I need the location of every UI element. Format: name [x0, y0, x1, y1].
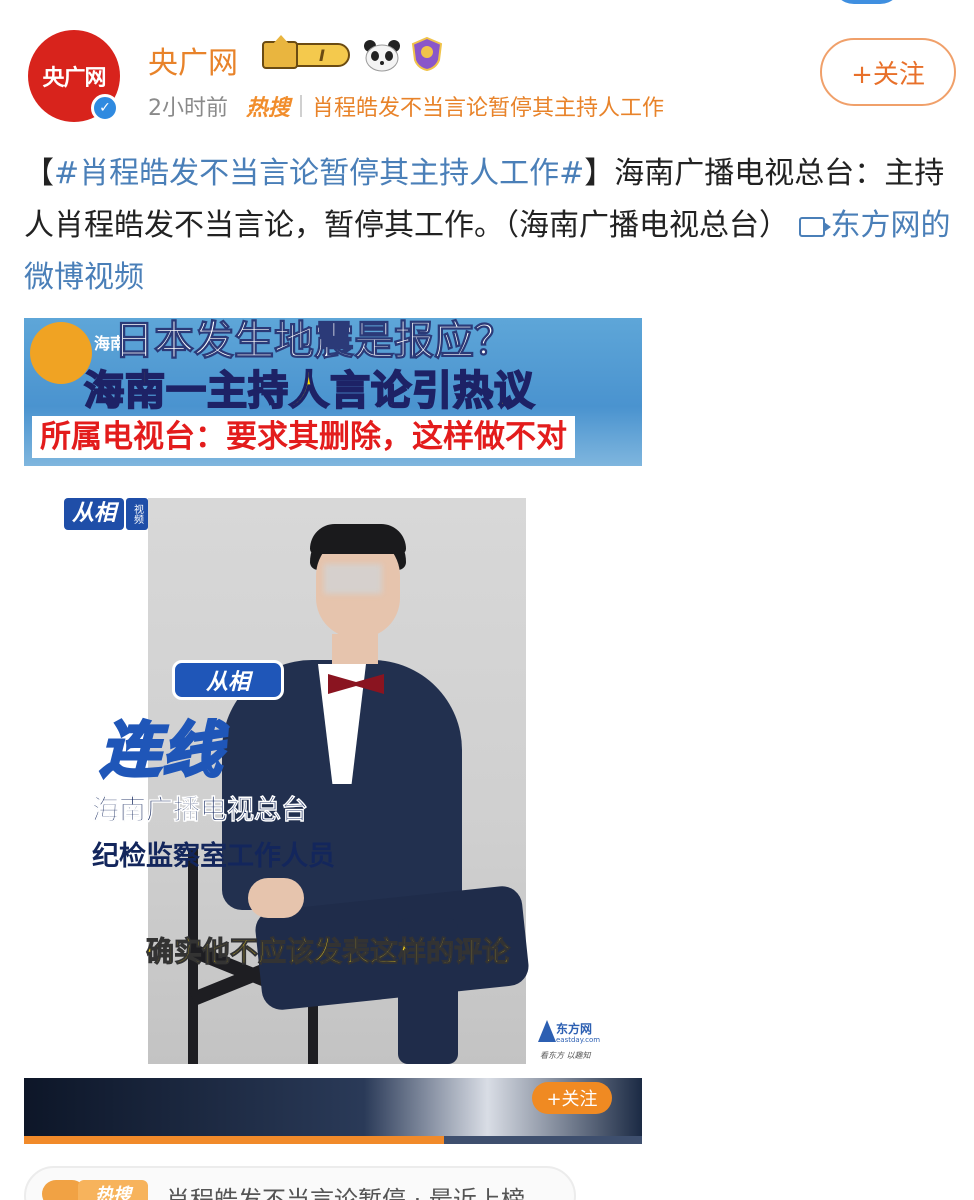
watermark-slogan: 看东方 以趣知 [540, 1051, 591, 1060]
meta-divider [300, 95, 303, 117]
username[interactable]: 央广网 [148, 38, 238, 82]
vip-level: I [294, 43, 350, 67]
panda-icon[interactable] [362, 38, 402, 72]
hot-search-label[interactable]: 热搜 [246, 90, 290, 122]
post-time: 2小时前 [148, 96, 228, 121]
video-play-icon [798, 217, 831, 237]
video-follow-button[interactable]: +关注 [532, 1082, 612, 1114]
shield-icon[interactable] [410, 36, 444, 72]
avatar-text: 央广网 [42, 66, 106, 91]
video-progress-bar[interactable] [24, 1136, 642, 1144]
person-hair-top [310, 524, 406, 554]
hot-search-text: 肖程皓发不当言论暂停 · 最近上榜 [166, 1186, 525, 1200]
connect-title: 连线 [99, 715, 224, 788]
video-progress-fill [24, 1136, 445, 1144]
video-subtitle: 确实他不应该发表这样的评论 [145, 935, 511, 969]
video-player[interactable]: 海南 日本发生地震是报应？ 海南一主持人言论引热议 所属电视台：要求其删除，这样… [24, 318, 642, 1144]
person-hand [248, 878, 304, 918]
hot-search-tag: 热搜 [78, 1180, 148, 1200]
person-neck [332, 634, 378, 664]
hot-search-bar[interactable]: 热搜 肖程皓发不当言论暂停 · 最近上榜 [24, 1166, 576, 1200]
station-logo-icon [30, 322, 92, 384]
caption-line-2: 纪检监察室工作人员 [92, 841, 335, 872]
vip-badge-icon[interactable]: I [262, 35, 354, 70]
banner-headline-3: 所属电视台：要求其删除，这样做不对 [32, 416, 575, 458]
hot-topic-link[interactable]: 肖程皓发不当言论暂停其主持人工作 [312, 90, 664, 122]
verified-icon: ✓ [91, 94, 119, 122]
post-text: 【#肖程皓发不当言论暂停其主持人工作#】海南广播电视总台：主持人肖程皓发不当言论… [24, 148, 954, 304]
eastday-watermark: 东方网 eastday.com 看东方 以趣知 [538, 1018, 608, 1062]
hashtag-link[interactable]: #肖程皓发不当言论暂停其主持人工作# [54, 156, 584, 191]
crown-icon [262, 35, 298, 69]
bracket-open: 【 [24, 156, 54, 191]
video-brand-sub: 视频 [126, 498, 149, 530]
caption-line-1: 海南广播电视总台 [92, 795, 309, 827]
watermark-name: 东方网 [556, 1022, 593, 1036]
connect-brand-badge: 从相 [172, 660, 284, 700]
top-partial-badge [832, 0, 902, 4]
bracket-close: 】 [584, 156, 615, 191]
video-banner: 海南 日本发生地震是报应？ 海南一主持人言论引热议 所属电视台：要求其删除，这样… [24, 318, 642, 466]
post-meta: 2小时前 热搜 肖程皓发不当言论暂停其主持人工作 [148, 90, 664, 122]
video-brand-name: 从相 [64, 498, 125, 530]
watermark-url: eastday.com [556, 1036, 601, 1044]
banner-headline-2: 海南一主持人言论引热议 [83, 367, 535, 415]
face-blur [324, 564, 382, 594]
follow-button[interactable]: +关注 [820, 38, 956, 106]
eastday-logo-icon [538, 1020, 556, 1042]
